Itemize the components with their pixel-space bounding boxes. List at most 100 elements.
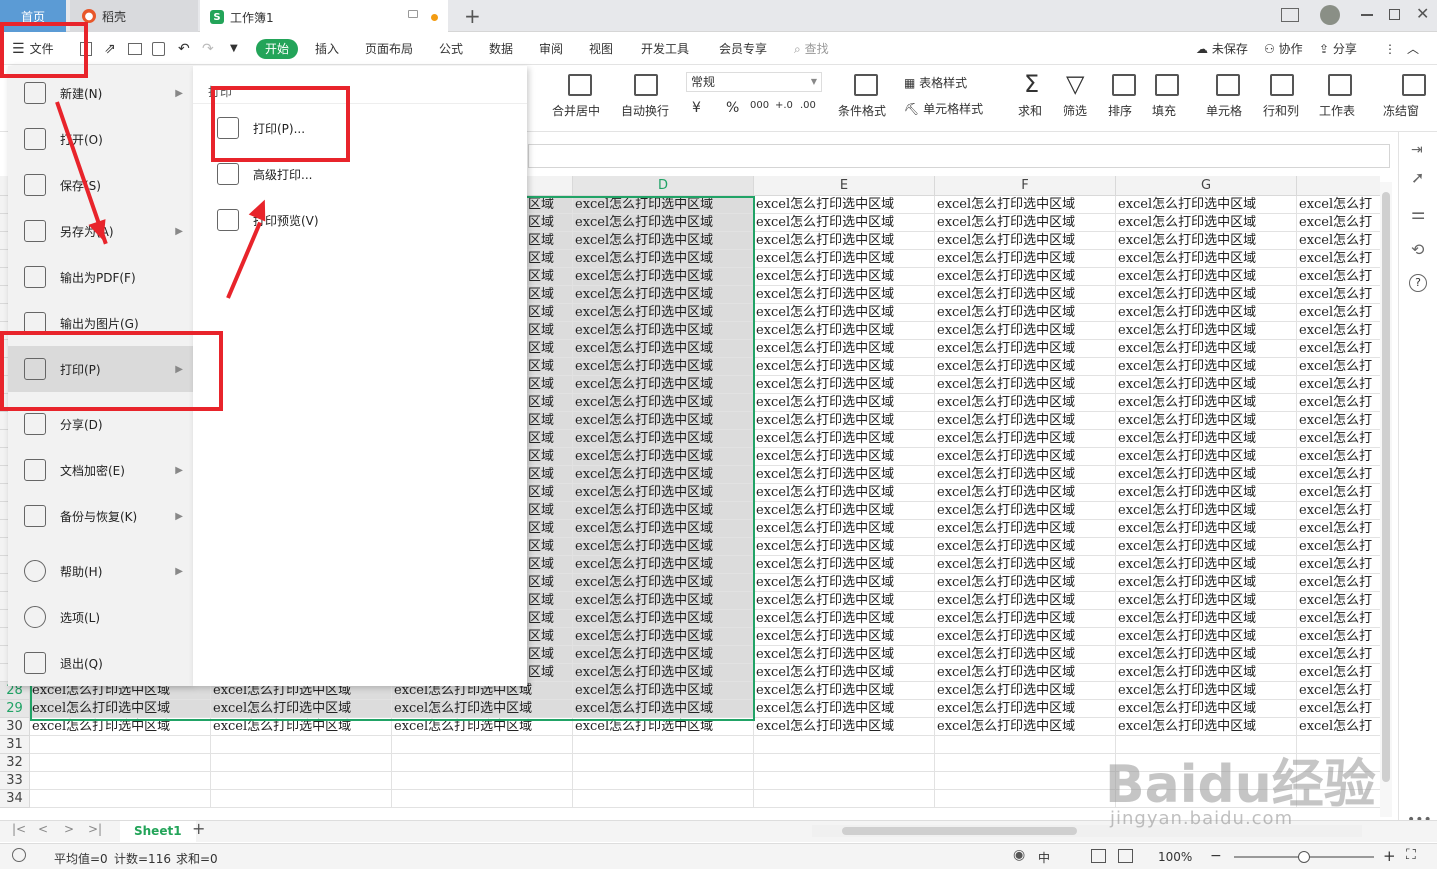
row-col-icon[interactable] (1270, 74, 1294, 96)
menu-formula[interactable]: 公式 (439, 39, 463, 59)
cell[interactable]: excel怎么打印选中区域 (754, 538, 935, 556)
cell[interactable]: excel怎么打 (1297, 682, 1380, 700)
cell[interactable] (392, 754, 573, 772)
tab-workbook[interactable]: S 工作簿1 (200, 0, 448, 32)
cell[interactable]: excel怎么打 (1297, 646, 1380, 664)
cell[interactable] (392, 772, 573, 790)
export-icon[interactable]: ⇗ (104, 39, 116, 59)
zoom-slider-thumb[interactable] (1298, 851, 1310, 863)
filter-button[interactable]: 筛选 (1063, 102, 1087, 119)
cell[interactable]: excel怎么打印选中区域 (1116, 466, 1297, 484)
cell[interactable]: excel怎么打 (1297, 214, 1380, 232)
tab-daoke[interactable]: ● 稻壳 (70, 0, 198, 32)
collapse-ribbon-icon[interactable]: ︿ (1407, 39, 1419, 59)
print-submenu-advanced[interactable]: 高级打印... (217, 159, 312, 189)
cell[interactable]: excel怎么打印选中区域 (754, 232, 935, 250)
cell-button[interactable]: 单元格 (1206, 102, 1242, 119)
cell[interactable]: excel怎么打印选中区域 (1116, 358, 1297, 376)
table-style-button[interactable]: ▦ 表格样式 (904, 74, 967, 91)
cell[interactable]: excel怎么打印选中区域 (935, 250, 1116, 268)
row-header[interactable]: 32 (0, 754, 30, 772)
prev-sheet-icon[interactable]: < (38, 822, 48, 836)
cell[interactable]: excel怎么打印选中区域 (1116, 502, 1297, 520)
sort-button[interactable]: 排序 (1108, 102, 1132, 119)
column-header-f[interactable]: F (935, 176, 1116, 196)
help-icon[interactable]: ? (1409, 274, 1427, 292)
cell[interactable]: excel怎么打 (1297, 592, 1380, 610)
cell[interactable]: excel怎么打 (1297, 466, 1380, 484)
cell[interactable]: excel怎么打印选中区域 (754, 250, 935, 268)
cell[interactable]: excel怎么打印选中区域 (754, 448, 935, 466)
cell[interactable] (754, 754, 935, 772)
search-box[interactable]: ⌕ 查找 (794, 39, 829, 59)
cell[interactable]: excel怎么打印选中区域 (754, 484, 935, 502)
file-menu-exit[interactable]: 退出(Q) (8, 640, 193, 686)
fullscreen-icon[interactable]: ⛶ (1406, 847, 1416, 863)
cell-icon[interactable] (1216, 74, 1240, 96)
macro-icon[interactable] (12, 848, 26, 862)
cell[interactable]: excel怎么打印选中区域 (935, 196, 1116, 214)
column-header-g[interactable]: G (1116, 176, 1297, 196)
worksheet-button[interactable]: 工作表 (1319, 102, 1355, 119)
cell[interactable]: excel怎么打印选中区域 (754, 700, 935, 718)
cell[interactable]: excel怎么打 (1297, 304, 1380, 322)
cell[interactable]: excel怎么打印选中区域 (1116, 448, 1297, 466)
cursor-icon[interactable]: ➚ (1411, 168, 1424, 187)
cell[interactable]: excel怎么打印选中区域 (935, 340, 1116, 358)
cell[interactable]: excel怎么打 (1297, 520, 1380, 538)
row-col-button[interactable]: 行和列 (1263, 102, 1299, 119)
cell[interactable]: excel怎么打印选中区域 (754, 268, 935, 286)
cell[interactable]: excel怎么打印选中区域 (935, 448, 1116, 466)
cell[interactable]: excel怎么打印选中区域 (754, 466, 935, 484)
first-sheet-icon[interactable]: |< (12, 822, 26, 836)
cell[interactable]: excel怎么打印选中区域 (1116, 682, 1297, 700)
zoom-slider[interactable] (1234, 851, 1374, 863)
column-header-d[interactable]: D (573, 176, 754, 196)
cell[interactable]: excel怎么打印选中区域 (935, 502, 1116, 520)
avatar[interactable] (1320, 5, 1340, 25)
cell[interactable] (935, 772, 1116, 790)
cell[interactable]: excel怎么打印选中区域 (754, 196, 935, 214)
cell[interactable]: excel怎么打 (1297, 286, 1380, 304)
cell[interactable]: excel怎么打 (1297, 628, 1380, 646)
last-sheet-icon[interactable]: >| (88, 822, 102, 836)
cell[interactable]: excel怎么打印选中区域 (754, 322, 935, 340)
cell[interactable] (754, 790, 935, 808)
cell[interactable]: excel怎么打印选中区域 (1116, 664, 1297, 682)
cell[interactable]: excel怎么打 (1297, 322, 1380, 340)
file-menu-help[interactable]: 帮助(H) ▶ (8, 548, 193, 594)
eye-icon[interactable]: ◉ (1013, 847, 1025, 863)
more-icon[interactable]: ⋮ (1384, 39, 1396, 59)
cell[interactable] (30, 790, 211, 808)
menu-start[interactable]: 开始 (256, 39, 299, 59)
menu-developer[interactable]: 开发工具 (641, 39, 689, 59)
cell[interactable]: excel怎么打印选中区域 (1116, 340, 1297, 358)
preview-icon[interactable] (152, 42, 165, 56)
zoom-in-icon[interactable]: + (1383, 847, 1396, 865)
cell[interactable]: excel怎么打印选中区域 (935, 574, 1116, 592)
cell[interactable] (30, 772, 211, 790)
cell[interactable]: excel怎么打 (1297, 664, 1380, 682)
row-header[interactable]: 33 (0, 772, 30, 790)
cell[interactable]: excel怎么打印选中区域 (1116, 556, 1297, 574)
cell[interactable]: excel怎么打 (1297, 412, 1380, 430)
cell[interactable]: excel怎么打印选中区域 (754, 682, 935, 700)
cell[interactable]: excel怎么打 (1297, 502, 1380, 520)
cell[interactable] (211, 754, 392, 772)
cell[interactable] (392, 790, 573, 808)
normal-view-icon[interactable] (1091, 849, 1106, 863)
cell[interactable]: excel怎么打 (1297, 448, 1380, 466)
vertical-scrollbar[interactable] (1380, 182, 1392, 817)
cell[interactable]: excel怎么打 (1297, 610, 1380, 628)
cell[interactable]: excel怎么打 (1297, 196, 1380, 214)
column-header-e[interactable]: E (754, 176, 935, 196)
cell[interactable]: excel怎么打印选中区域 (935, 376, 1116, 394)
cell[interactable]: excel怎么打印选中区域 (1116, 322, 1297, 340)
cell[interactable]: excel怎么打 (1297, 268, 1380, 286)
cell[interactable]: excel怎么打 (1297, 556, 1380, 574)
cell[interactable]: excel怎么打 (1297, 484, 1380, 502)
cell[interactable]: excel怎么打 (1297, 232, 1380, 250)
cell[interactable]: excel怎么打印选中区域 (935, 412, 1116, 430)
cell[interactable]: excel怎么打印选中区域 (754, 646, 935, 664)
backup-icon[interactable]: ⟲ (1411, 240, 1424, 259)
